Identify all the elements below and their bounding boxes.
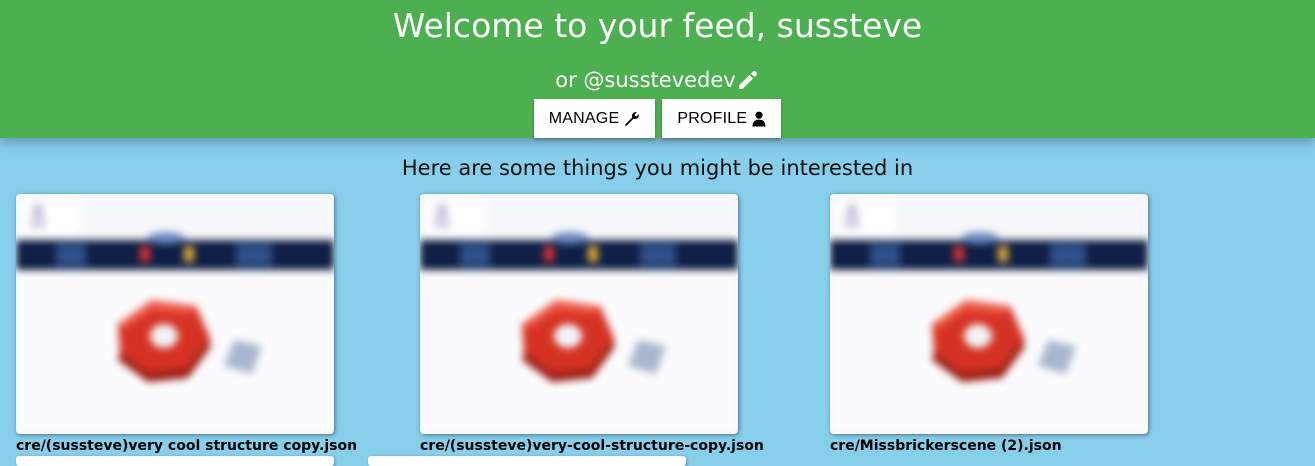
feed-card-thumbnail[interactable] <box>420 194 738 434</box>
user-icon <box>752 111 766 127</box>
wrench-icon <box>624 111 640 127</box>
welcome-title: Welcome to your feed, sussteve <box>392 6 923 45</box>
feed-card-next-row[interactable] <box>16 456 334 466</box>
feed-card[interactable]: cre/(sussteve)very cool structure copy.j… <box>16 194 357 455</box>
feed-header: Welcome to your feed, sussteve or @susst… <box>0 0 1315 138</box>
profile-button-label: PROFILE <box>677 109 748 127</box>
pencil-icon[interactable] <box>736 68 760 92</box>
handle-text: or @susstevedev <box>555 68 736 92</box>
manage-button-label: MANAGE <box>548 109 620 127</box>
feed-card-caption[interactable]: cre/(sussteve)very cool structure copy.j… <box>16 437 357 455</box>
feed-card[interactable]: cre/(sussteve)very-cool-structure-copy.j… <box>420 194 764 455</box>
header-buttons: MANAGE PROFILE <box>0 99 1315 138</box>
feed-card-caption[interactable]: cre/(sussteve)very-cool-structure-copy.j… <box>420 437 764 455</box>
feed-card-next-row[interactable] <box>368 456 686 466</box>
feed-card[interactable]: cre/Missbrickerscene (2).json <box>830 194 1148 455</box>
profile-button[interactable]: PROFILE <box>662 99 782 138</box>
handle-row: or @susstevedev <box>0 66 1315 94</box>
manage-button[interactable]: MANAGE <box>533 99 656 138</box>
feed-card-thumbnail[interactable] <box>16 194 334 434</box>
feed-card-caption[interactable]: cre/Missbrickerscene (2).json <box>830 437 1148 455</box>
feed-card-thumbnail[interactable] <box>830 194 1148 434</box>
feed-subtitle: Here are some things you might be intere… <box>401 156 914 180</box>
